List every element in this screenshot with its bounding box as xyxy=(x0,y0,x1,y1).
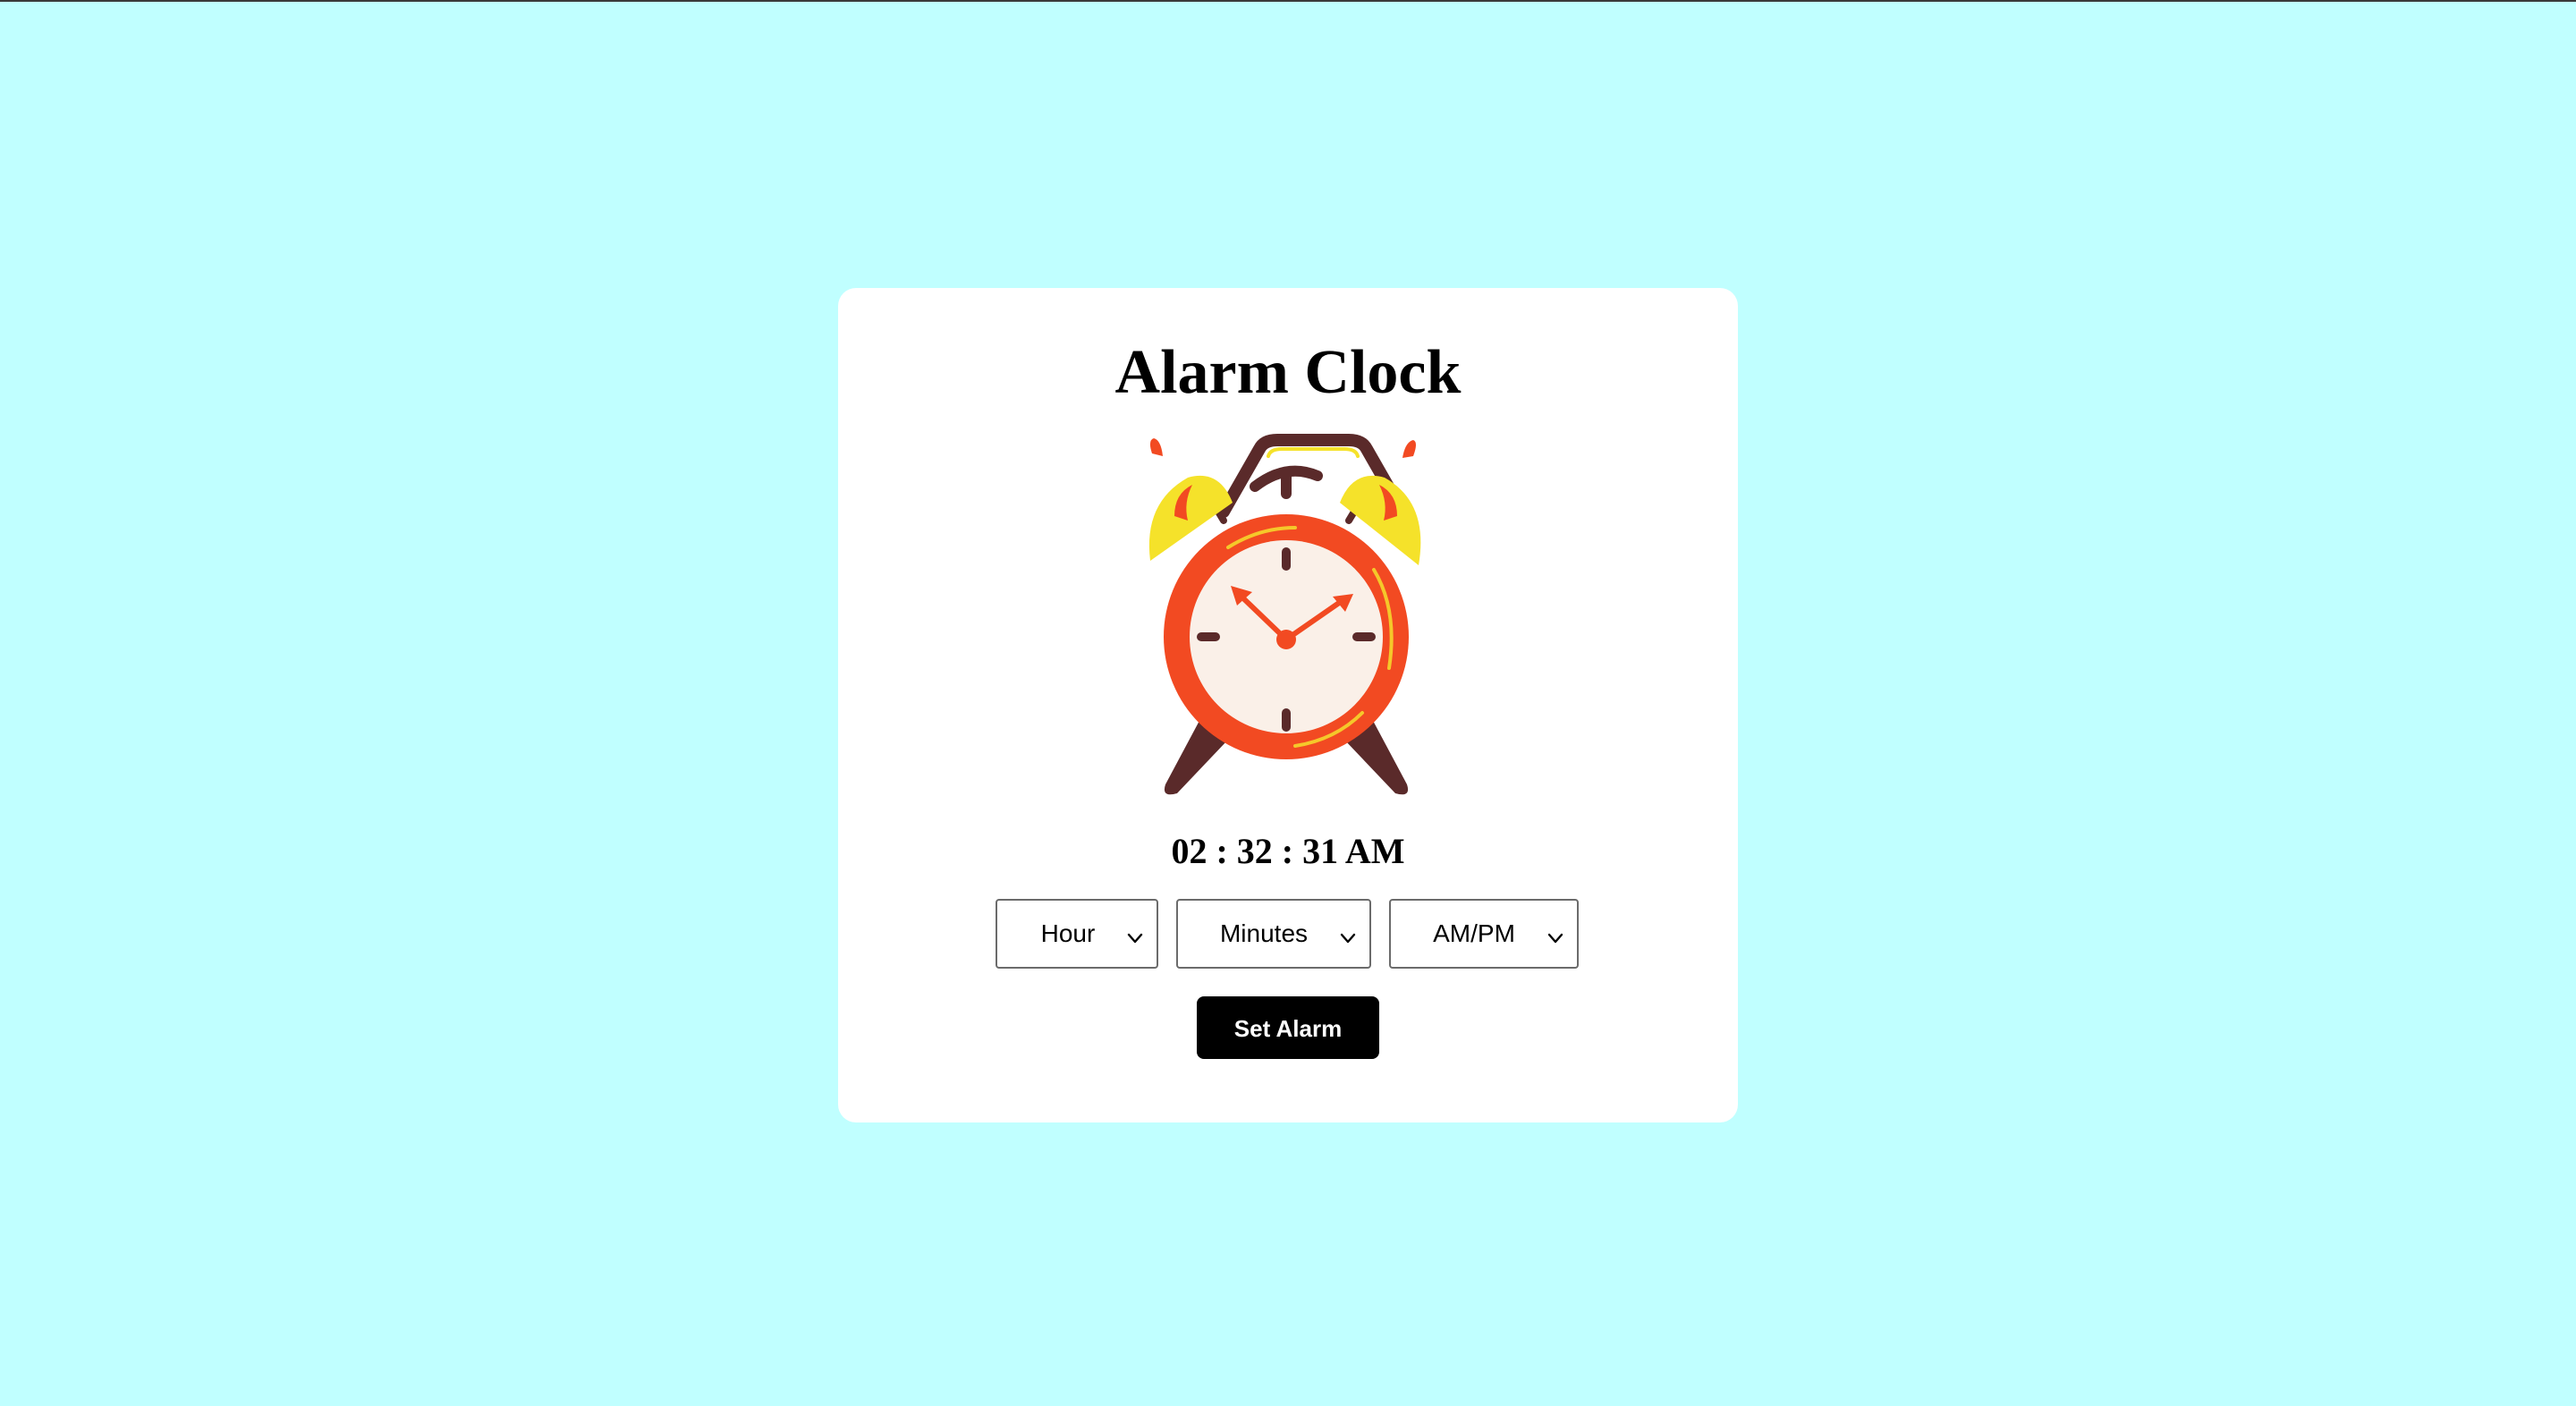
ampm-select[interactable]: AM/PM xyxy=(1389,899,1579,969)
chevron-down-icon xyxy=(1339,925,1357,944)
minutes-select[interactable]: Minutes xyxy=(1176,899,1371,969)
chevron-down-icon xyxy=(1126,925,1144,944)
hour-select-value: Hour xyxy=(1040,919,1096,947)
alarm-card: Alarm Clock 02: 32: 31 AM Hour Minutes… xyxy=(838,288,1738,1122)
hour-select[interactable]: Hour xyxy=(996,899,1158,969)
set-alarm-button[interactable]: Set Alarm xyxy=(1197,996,1379,1059)
current-time-display: 02 : 32 : 31 AM xyxy=(1171,831,1405,871)
alarm-clock-icon xyxy=(1134,413,1438,807)
ampm-select-value: AM/PM xyxy=(1433,919,1515,947)
minutes-select-value: Minutes xyxy=(1219,919,1309,947)
page-title: Alarm Clock xyxy=(1114,338,1462,407)
alarm-time-selectors: Hour Minutes AM/PM xyxy=(838,899,1738,969)
chevron-down-icon xyxy=(1546,925,1564,944)
